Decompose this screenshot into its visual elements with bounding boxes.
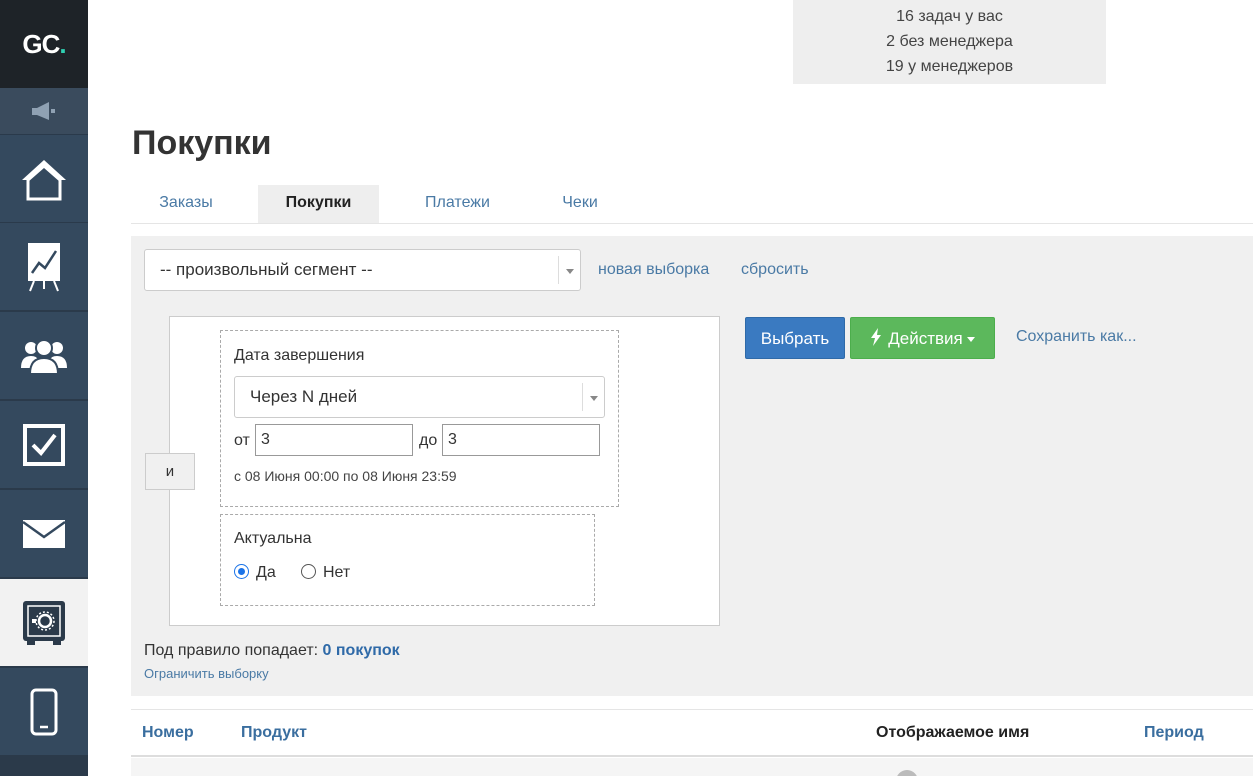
and-operator-button[interactable]: и (145, 453, 195, 490)
logo-text: GC. (22, 28, 66, 59)
table-header: Номер Продукт Отображаемое имя Период (131, 709, 1253, 757)
result-count-prefix: Под правило попадает: (144, 642, 319, 659)
logo[interactable]: GC. (0, 0, 88, 88)
result-count-link[interactable]: 0 покупок (323, 642, 400, 659)
chevron-down-icon (582, 383, 604, 411)
tabs: Заказы Покупки Платежи Чеки (131, 185, 1253, 224)
table-row (131, 758, 1253, 776)
reset-link[interactable]: сбросить (741, 261, 809, 279)
tab-orders[interactable]: Заказы (131, 185, 241, 223)
to-input[interactable]: 3 (442, 424, 600, 456)
save-as-link[interactable]: Сохранить как... (1016, 328, 1137, 346)
date-mode-value: Через N дней (250, 387, 358, 406)
segment-select-value: -- произвольный сегмент -- (160, 260, 373, 279)
column-display-name: Отображаемое имя (876, 724, 1030, 741)
sidebar-item-users[interactable] (0, 311, 88, 399)
actions-button[interactable]: Действия (850, 317, 995, 359)
to-label: до (419, 432, 438, 449)
sidebar-item-stats[interactable] (0, 222, 88, 310)
column-product[interactable]: Продукт (241, 724, 307, 742)
actual-label: Актуальна (234, 530, 312, 547)
lightning-icon (871, 328, 882, 346)
mobile-icon (30, 688, 58, 735)
home-icon (22, 159, 66, 200)
users-icon (21, 338, 67, 375)
result-count: Под правило попадает: 0 покупок (144, 642, 400, 660)
sidebar: GC. (0, 0, 88, 776)
chart-icon (28, 242, 60, 291)
radio-no-label[interactable]: Нет (323, 564, 350, 582)
sidebar-item-tasks[interactable] (0, 400, 88, 488)
sidebar-item-mail[interactable] (0, 489, 88, 577)
actual-condition (220, 514, 595, 606)
tab-payments[interactable]: Платежи (401, 185, 514, 223)
radio-no[interactable] (301, 564, 316, 579)
page-title: Покупки (132, 124, 272, 162)
caret-down-icon (966, 337, 975, 343)
task-line-no-manager[interactable]: 2 без менеджера (793, 31, 1106, 56)
sidebar-item-sales[interactable] (0, 578, 88, 666)
sidebar-item-home[interactable] (0, 134, 88, 222)
segment-select[interactable]: -- произвольный сегмент -- (144, 249, 581, 291)
task-summary[interactable]: 16 задач у вас 2 без менеджера 19 у мене… (793, 0, 1106, 84)
announcements-button[interactable] (0, 88, 88, 134)
select-button[interactable]: Выбрать (745, 317, 845, 359)
task-line-own[interactable]: 16 задач у вас (793, 6, 1106, 31)
new-selection-link[interactable]: новая выборка (598, 261, 709, 279)
date-range-text: с 08 Июня 00:00 по 08 Июня 23:59 (234, 468, 457, 484)
column-number[interactable]: Номер (142, 724, 194, 742)
radio-yes-label[interactable]: Да (256, 564, 276, 582)
column-period[interactable]: Период (1144, 724, 1204, 742)
actions-button-label: Действия (888, 329, 963, 348)
from-input[interactable]: 3 (255, 424, 413, 456)
tasks-icon (23, 423, 65, 466)
radio-yes[interactable] (234, 564, 249, 579)
speaker-icon (32, 102, 55, 120)
date-mode-select[interactable]: Через N дней (234, 376, 605, 418)
limit-selection-link[interactable]: Ограничить выборку (144, 666, 269, 681)
date-condition-label: Дата завершения (234, 347, 365, 364)
chevron-down-icon (558, 256, 580, 284)
task-line-managers[interactable]: 19 у менеджеров (793, 56, 1106, 81)
safe-icon (23, 600, 65, 645)
sidebar-item-mobile[interactable] (0, 667, 88, 755)
mail-icon (22, 519, 66, 548)
from-label: от (234, 432, 250, 449)
tab-receipts[interactable]: Чеки (531, 185, 629, 223)
tab-purchases[interactable]: Покупки (258, 185, 379, 223)
